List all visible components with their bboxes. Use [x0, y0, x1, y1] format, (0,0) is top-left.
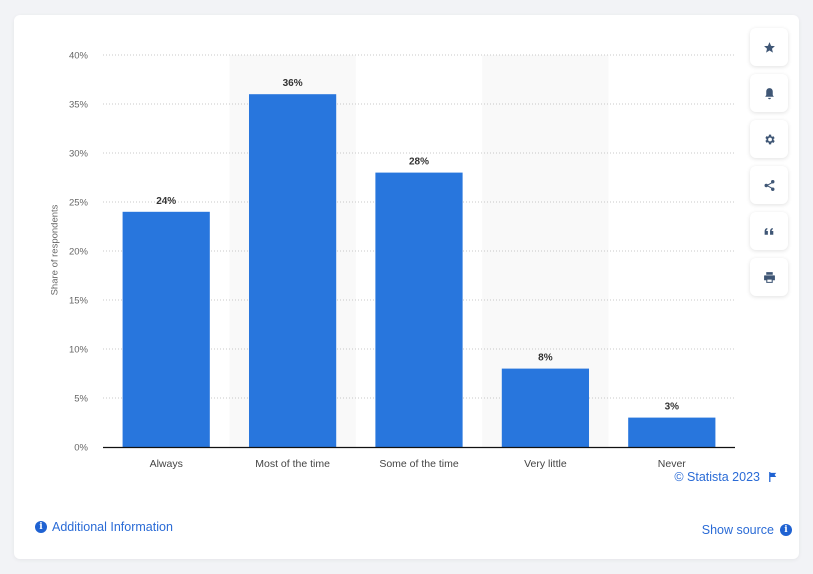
favorite-button[interactable] [750, 28, 788, 66]
x-tick-label: Some of the time [379, 458, 459, 470]
y-tick-label: 10% [69, 345, 89, 356]
additional-information-link[interactable]: i Additional Information [35, 520, 173, 534]
bar[interactable] [248, 94, 337, 447]
y-tick-label: 25% [69, 198, 89, 209]
bar[interactable] [375, 172, 463, 447]
gear-icon [764, 134, 775, 144]
star-icon [763, 41, 775, 53]
printer-icon [763, 271, 775, 283]
share-icon [764, 179, 774, 191]
show-source-link[interactable]: Show source i [702, 523, 792, 537]
bar-chart: 0% 5% 10% 15% 20% 25% 30% 35% 40% 24% Always 36% Mos… [69, 51, 735, 470]
data-label: 28% [409, 157, 429, 168]
data-label: 24% [156, 196, 176, 207]
settings-button[interactable] [750, 120, 788, 158]
x-tick-label: Very little [524, 458, 567, 470]
additional-information-text: Additional Information [52, 520, 173, 534]
y-axis-label: Share of respondents [49, 204, 61, 296]
data-label: 36% [283, 78, 303, 89]
y-tick-label: 0% [74, 443, 88, 454]
y-tick-label: 20% [69, 247, 89, 258]
bar[interactable] [628, 417, 716, 447]
flag-icon [769, 472, 777, 482]
print-button[interactable] [750, 258, 788, 296]
copyright-text: © Statista 2023 [674, 470, 760, 484]
x-tick-label: Most of the time [255, 458, 330, 470]
y-tick-label: 35% [69, 100, 89, 111]
y-tick-label: 40% [69, 51, 89, 62]
notification-button[interactable] [750, 74, 788, 112]
show-source-text: Show source [701, 523, 774, 537]
y-tick-label: 5% [74, 394, 88, 405]
statista-copyright-link[interactable]: © Statista 2023 [674, 470, 777, 484]
x-tick-label: Never [658, 458, 687, 470]
bell-icon [764, 87, 774, 99]
info-icon: i [35, 521, 47, 533]
data-label: 3% [665, 402, 680, 413]
y-tick-label: 30% [69, 149, 89, 160]
chart-toolbar [750, 28, 788, 304]
share-button[interactable] [750, 166, 788, 204]
x-tick-label: Always [150, 458, 183, 470]
bar[interactable] [501, 368, 590, 447]
data-label: 8% [538, 353, 553, 364]
bar[interactable] [122, 211, 210, 447]
cite-button[interactable] [750, 212, 788, 250]
info-icon: i [780, 524, 792, 536]
y-tick-label: 15% [69, 296, 89, 307]
quote-icon [764, 227, 773, 235]
